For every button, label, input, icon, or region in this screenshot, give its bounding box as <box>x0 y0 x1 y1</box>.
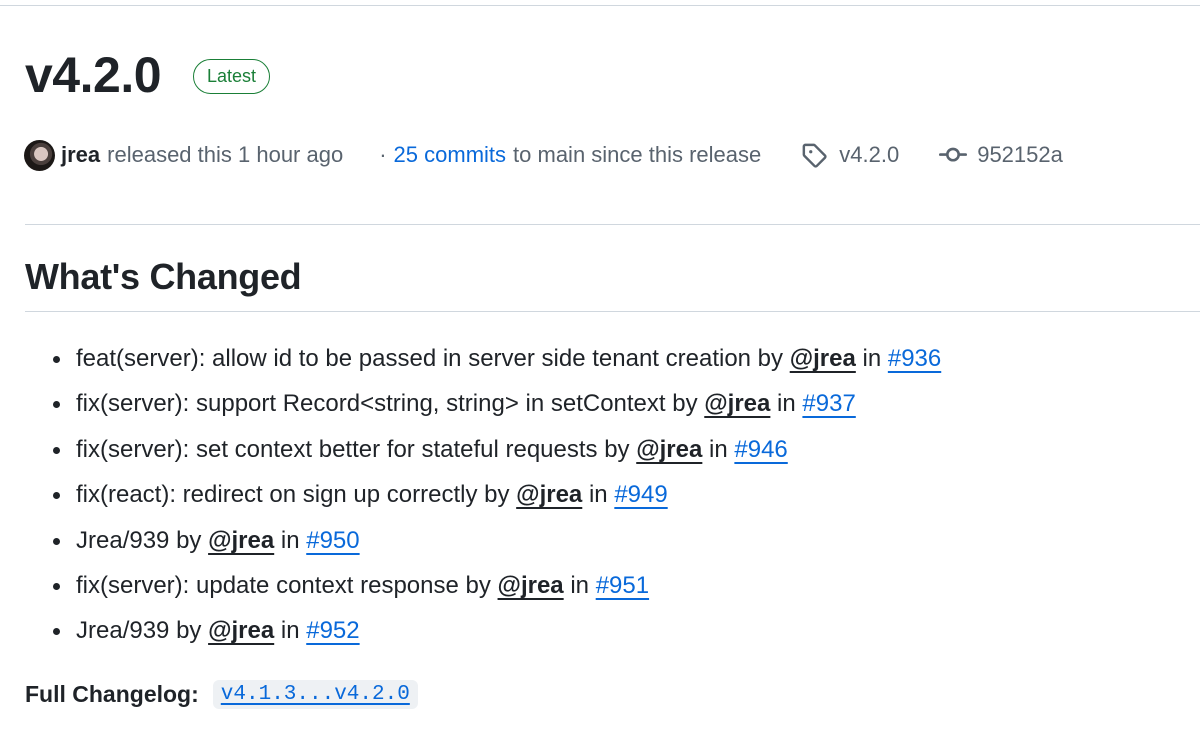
divider <box>25 224 1200 225</box>
changelog-label: Full Changelog <box>25 681 192 707</box>
change-text: feat(server): allow id to be passed in s… <box>76 345 784 372</box>
changelog-compare-link[interactable]: v4.1.3...v4.2.0 <box>212 680 418 709</box>
pr-link[interactable]: #949 <box>614 481 667 508</box>
commits-link[interactable]: 25 commits <box>394 142 506 168</box>
avatar[interactable] <box>24 139 55 171</box>
list-item: fix(server): set context better for stat… <box>53 431 941 476</box>
heading-divider <box>25 311 1200 312</box>
author-link[interactable]: jrea <box>61 142 100 168</box>
release-header: v4.2.0 Latest <box>25 40 271 110</box>
list-item: Jrea/939 by @jrea in #952 <box>53 612 941 657</box>
tag-link[interactable]: v4.2.0 <box>839 142 899 168</box>
pr-link[interactable]: #946 <box>734 436 787 463</box>
author-mention[interactable]: @jrea <box>636 436 702 463</box>
meta-separator: · <box>379 142 387 167</box>
pr-link[interactable]: #936 <box>888 345 941 372</box>
release-meta: jrea released this 1 hour ago · 25 commi… <box>24 137 1063 173</box>
author-mention[interactable]: @jrea <box>498 572 564 599</box>
change-text: fix(react): redirect on sign up correctl… <box>76 481 510 509</box>
in-text: in <box>280 617 300 645</box>
top-divider <box>0 5 1200 6</box>
in-text: in <box>709 435 728 463</box>
in-text: in <box>570 571 590 599</box>
change-text: Jrea/939 by <box>76 617 202 645</box>
release-title[interactable]: v4.2.0 <box>25 40 162 110</box>
released-time-text: released this 1 hour ago <box>107 142 344 167</box>
author-mention[interactable]: @jrea <box>208 617 274 644</box>
git-commit-icon <box>939 141 968 169</box>
author-mention[interactable]: @jrea <box>790 345 856 372</box>
author-mention[interactable]: @jrea <box>516 481 582 508</box>
list-item: fix(server): support Record<string, stri… <box>53 385 941 430</box>
pr-link[interactable]: #937 <box>802 390 855 417</box>
in-text: in <box>588 481 608 509</box>
tag-icon <box>801 142 827 168</box>
change-text: Jrea/939 by <box>76 526 202 554</box>
changes-list: feat(server): allow id to be passed in s… <box>53 340 941 658</box>
full-changelog: Full Changelog: v4.1.3...v4.2.0 <box>25 680 418 709</box>
commit-link[interactable]: 952152a <box>977 142 1063 168</box>
list-item: feat(server): allow id to be passed in s… <box>53 340 941 385</box>
pr-link[interactable]: #950 <box>306 527 359 554</box>
author-mention[interactable]: @jrea <box>704 390 770 417</box>
whats-changed-heading: What's Changed <box>25 256 302 297</box>
list-item: fix(react): redirect on sign up correctl… <box>53 476 941 521</box>
change-text: fix(server): set context better for stat… <box>76 435 630 463</box>
list-item: Jrea/939 by @jrea in #950 <box>53 522 941 567</box>
pr-link[interactable]: #951 <box>596 572 649 599</box>
change-text: fix(server): support Record<string, stri… <box>76 390 698 418</box>
change-text: fix(server): update context response by <box>76 571 491 599</box>
in-text: in <box>280 526 300 554</box>
list-item: fix(server): update context response by … <box>53 567 941 612</box>
pr-link[interactable]: #952 <box>306 617 359 644</box>
commits-suffix-text: to main since this release <box>513 142 762 167</box>
latest-badge: Latest <box>193 58 271 94</box>
author-mention[interactable]: @jrea <box>208 527 274 554</box>
in-text: in <box>777 390 796 418</box>
in-text: in <box>862 345 882 372</box>
